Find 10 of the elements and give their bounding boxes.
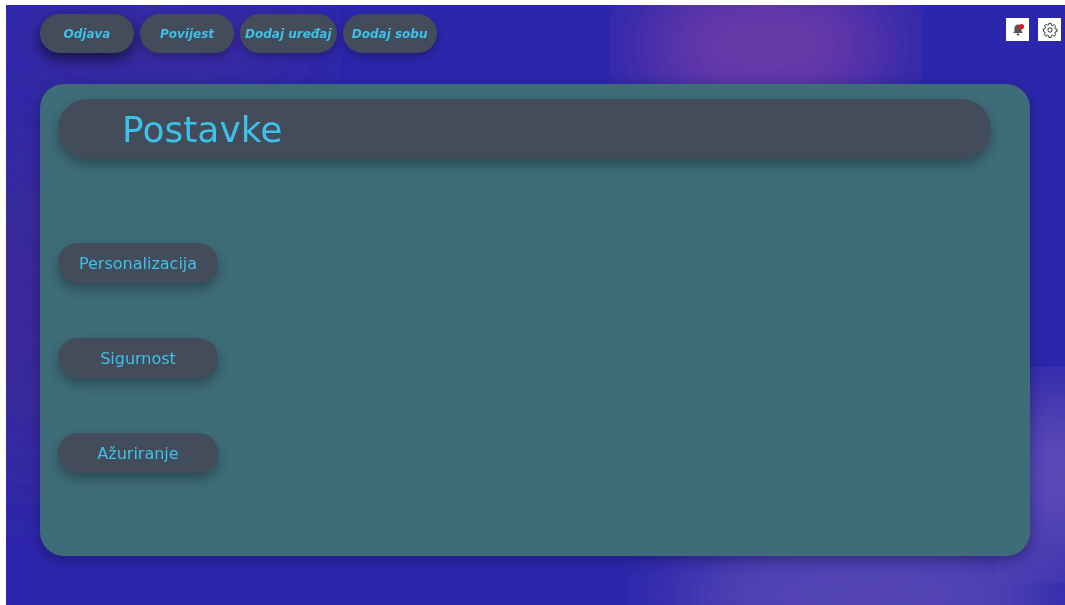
nav-button[interactable]: Povijest <box>140 14 234 53</box>
section-button[interactable]: Personalizacija <box>58 243 218 283</box>
section-button[interactable]: Ažuriranje <box>58 433 218 473</box>
settings-title: Postavke <box>122 108 283 150</box>
nav-button[interactable]: Dodaj uređaj <box>240 14 337 53</box>
nav-button[interactable]: Odjava <box>40 14 134 53</box>
section-button[interactable]: Sigurnost <box>58 338 218 378</box>
notification-bell-icon[interactable] <box>1006 18 1029 41</box>
settings-icon[interactable] <box>1038 18 1061 41</box>
nav-button[interactable]: Dodaj sobu <box>342 14 437 53</box>
